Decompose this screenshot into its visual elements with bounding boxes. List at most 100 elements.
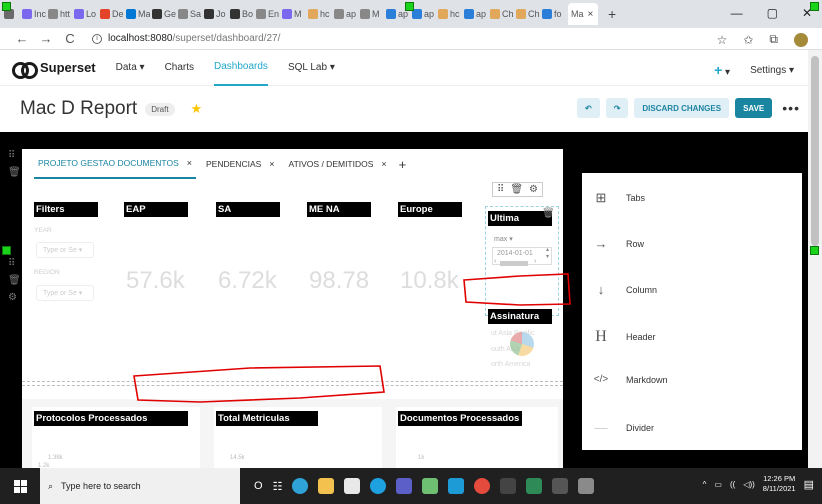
chart-card-total-metriculas[interactable]: Total Metriculas 14.5k bbox=[214, 407, 382, 468]
nav-item-sql-lab[interactable]: SQL Lab ▾ bbox=[288, 50, 335, 86]
close-icon[interactable]: × bbox=[381, 159, 386, 169]
skype-icon[interactable] bbox=[370, 478, 387, 494]
insert-divider[interactable]: — Divider bbox=[592, 420, 655, 435]
task-view-icon[interactable]: O bbox=[254, 480, 263, 492]
browser-tab[interactable]: En bbox=[256, 3, 280, 25]
browser-tab[interactable]: Sa bbox=[178, 3, 202, 25]
drag-handle-icon[interactable]: ⠿ bbox=[8, 150, 21, 161]
region-select[interactable]: Type or Se ▾ bbox=[36, 285, 94, 301]
browser-tab[interactable]: ap bbox=[412, 3, 436, 25]
favorites-list-icon[interactable]: ✩ bbox=[743, 33, 753, 47]
browser-tab[interactable]: hc bbox=[438, 3, 462, 25]
taskbar-search[interactable]: ⌕ Type here to search bbox=[40, 468, 240, 504]
docker-icon[interactable] bbox=[448, 478, 465, 494]
star-icon[interactable]: ★ bbox=[191, 101, 203, 117]
chart-card-documentos[interactable]: Documentos Processados 1k bbox=[396, 407, 558, 468]
chrome-icon[interactable] bbox=[474, 478, 491, 494]
wifi-icon[interactable]: (( bbox=[730, 480, 735, 489]
undo-button[interactable]: ↶ bbox=[577, 98, 600, 118]
selection-handle[interactable] bbox=[405, 2, 414, 11]
collections-icon[interactable]: ⧉ bbox=[769, 32, 778, 47]
profile-avatar[interactable] bbox=[794, 32, 808, 47]
maximize-button[interactable]: ▢ bbox=[767, 6, 778, 20]
spin-down-icon[interactable]: ▾ bbox=[546, 254, 549, 260]
minimize-button[interactable]: — bbox=[731, 6, 743, 20]
tab-pendencias[interactable]: PENDENCIAS × bbox=[202, 149, 279, 179]
notification-icon[interactable]: ▤ bbox=[804, 478, 814, 491]
trash-icon[interactable]: 🗑 bbox=[8, 167, 21, 178]
browser-tab-active[interactable]: Ma × bbox=[568, 3, 598, 25]
more-options-icon[interactable]: ••• bbox=[782, 100, 800, 116]
forward-button[interactable]: → bbox=[34, 31, 58, 46]
excel-icon[interactable] bbox=[526, 478, 543, 494]
tab-ativos-demitidos[interactable]: ATIVOS / DEMITIDOS × bbox=[285, 149, 391, 179]
browser-tab[interactable]: Inc bbox=[22, 3, 46, 25]
dashboard-title[interactable]: Mac D Report bbox=[20, 98, 137, 120]
new-item-button[interactable]: + ▾ bbox=[714, 62, 730, 78]
spin-up-icon[interactable]: ▴ bbox=[546, 247, 549, 253]
browser-tab[interactable]: Ch bbox=[516, 3, 540, 25]
widgets-icon[interactable]: ☷ bbox=[273, 480, 283, 493]
snip-icon[interactable] bbox=[578, 478, 595, 494]
ultima-field[interactable]: max ▾ bbox=[494, 235, 513, 243]
taskbar-clock[interactable]: 12:26 PM 8/11/2021 bbox=[763, 474, 796, 494]
tab-projeto-gestao-documentos[interactable]: PROJETO GESTAO DOCUMENTOS × bbox=[34, 149, 197, 179]
insert-header[interactable]: H Header bbox=[592, 328, 655, 346]
superset-logo[interactable]: Superset bbox=[12, 60, 96, 79]
discard-changes-button[interactable]: DISCARD CHANGES bbox=[634, 98, 730, 118]
trash-icon[interactable]: 🗑 bbox=[510, 184, 523, 195]
draft-badge[interactable]: Draft bbox=[145, 102, 175, 116]
back-button[interactable]: ← bbox=[10, 31, 34, 46]
terminal-icon[interactable] bbox=[500, 478, 517, 494]
browser-tab[interactable]: fo bbox=[542, 3, 566, 25]
close-icon[interactable]: × bbox=[187, 158, 192, 168]
gear-icon[interactable]: ⚙ bbox=[8, 292, 21, 303]
show-hidden-icons-icon[interactable]: ^ bbox=[703, 480, 707, 489]
browser-tab[interactable]: M bbox=[360, 3, 384, 25]
nav-item-data[interactable]: Data ▾ bbox=[116, 50, 145, 86]
insert-column[interactable]: ↓ Column bbox=[592, 282, 657, 297]
favorite-icon[interactable]: ☆ bbox=[717, 33, 728, 47]
trash-icon[interactable]: 🗑 bbox=[8, 275, 21, 286]
scroll-right-icon[interactable]: › bbox=[534, 258, 536, 265]
drag-handle-icon[interactable]: ⠿ bbox=[8, 258, 21, 269]
browser-tab[interactable]: M bbox=[282, 3, 306, 25]
browser-tab[interactable]: Bo bbox=[230, 3, 254, 25]
selection-handle[interactable] bbox=[2, 246, 11, 255]
scroll-left-icon[interactable]: ‹ bbox=[494, 258, 496, 265]
browser-tab[interactable]: ap bbox=[334, 3, 358, 25]
store-icon[interactable] bbox=[344, 478, 361, 494]
trash-icon[interactable]: 🗑 bbox=[542, 208, 555, 219]
start-button[interactable] bbox=[0, 468, 40, 504]
add-tab-button[interactable]: + bbox=[399, 157, 407, 172]
teams-icon[interactable] bbox=[396, 478, 413, 494]
selection-handle[interactable] bbox=[810, 246, 819, 255]
drag-handle-icon[interactable]: ⠿ bbox=[497, 184, 504, 195]
reload-button[interactable]: C bbox=[58, 31, 82, 46]
browser-tab[interactable]: htt bbox=[48, 3, 72, 25]
redo-button[interactable]: ↷ bbox=[605, 98, 629, 118]
browser-tab[interactable]: De bbox=[100, 3, 124, 25]
close-icon[interactable]: × bbox=[269, 159, 274, 169]
browser-tab[interactable]: Ch bbox=[490, 3, 514, 25]
chart-card-protocolos[interactable]: Protocolos Processados 1.38k 1.2k bbox=[32, 407, 200, 469]
nav-item-charts[interactable]: Charts bbox=[165, 50, 194, 86]
page-scrollbar[interactable] bbox=[808, 50, 822, 468]
selection-handle[interactable] bbox=[2, 2, 11, 11]
scrollbar-thumb[interactable] bbox=[811, 56, 819, 246]
browser-tab[interactable]: Lo bbox=[74, 3, 98, 25]
insert-markdown[interactable]: </> Markdown bbox=[592, 374, 668, 385]
insert-row[interactable]: → Row bbox=[592, 236, 645, 251]
volume-icon[interactable]: ◁)) bbox=[743, 480, 754, 489]
nav-item-dashboards[interactable]: Dashboards bbox=[214, 50, 268, 86]
close-icon[interactable]: × bbox=[588, 9, 594, 20]
edge-icon[interactable] bbox=[292, 478, 309, 494]
insert-tabs[interactable]: ⊞ Tabs bbox=[592, 190, 645, 206]
settings-menu[interactable]: Settings ▾ bbox=[750, 65, 794, 76]
browser-tab[interactable]: Ge bbox=[152, 3, 176, 25]
file-explorer-icon[interactable] bbox=[318, 478, 335, 494]
site-info-icon[interactable]: i bbox=[92, 33, 102, 44]
app-icon[interactable] bbox=[422, 478, 439, 494]
browser-tab[interactable]: ap bbox=[464, 3, 488, 25]
photos-icon[interactable] bbox=[552, 478, 569, 494]
